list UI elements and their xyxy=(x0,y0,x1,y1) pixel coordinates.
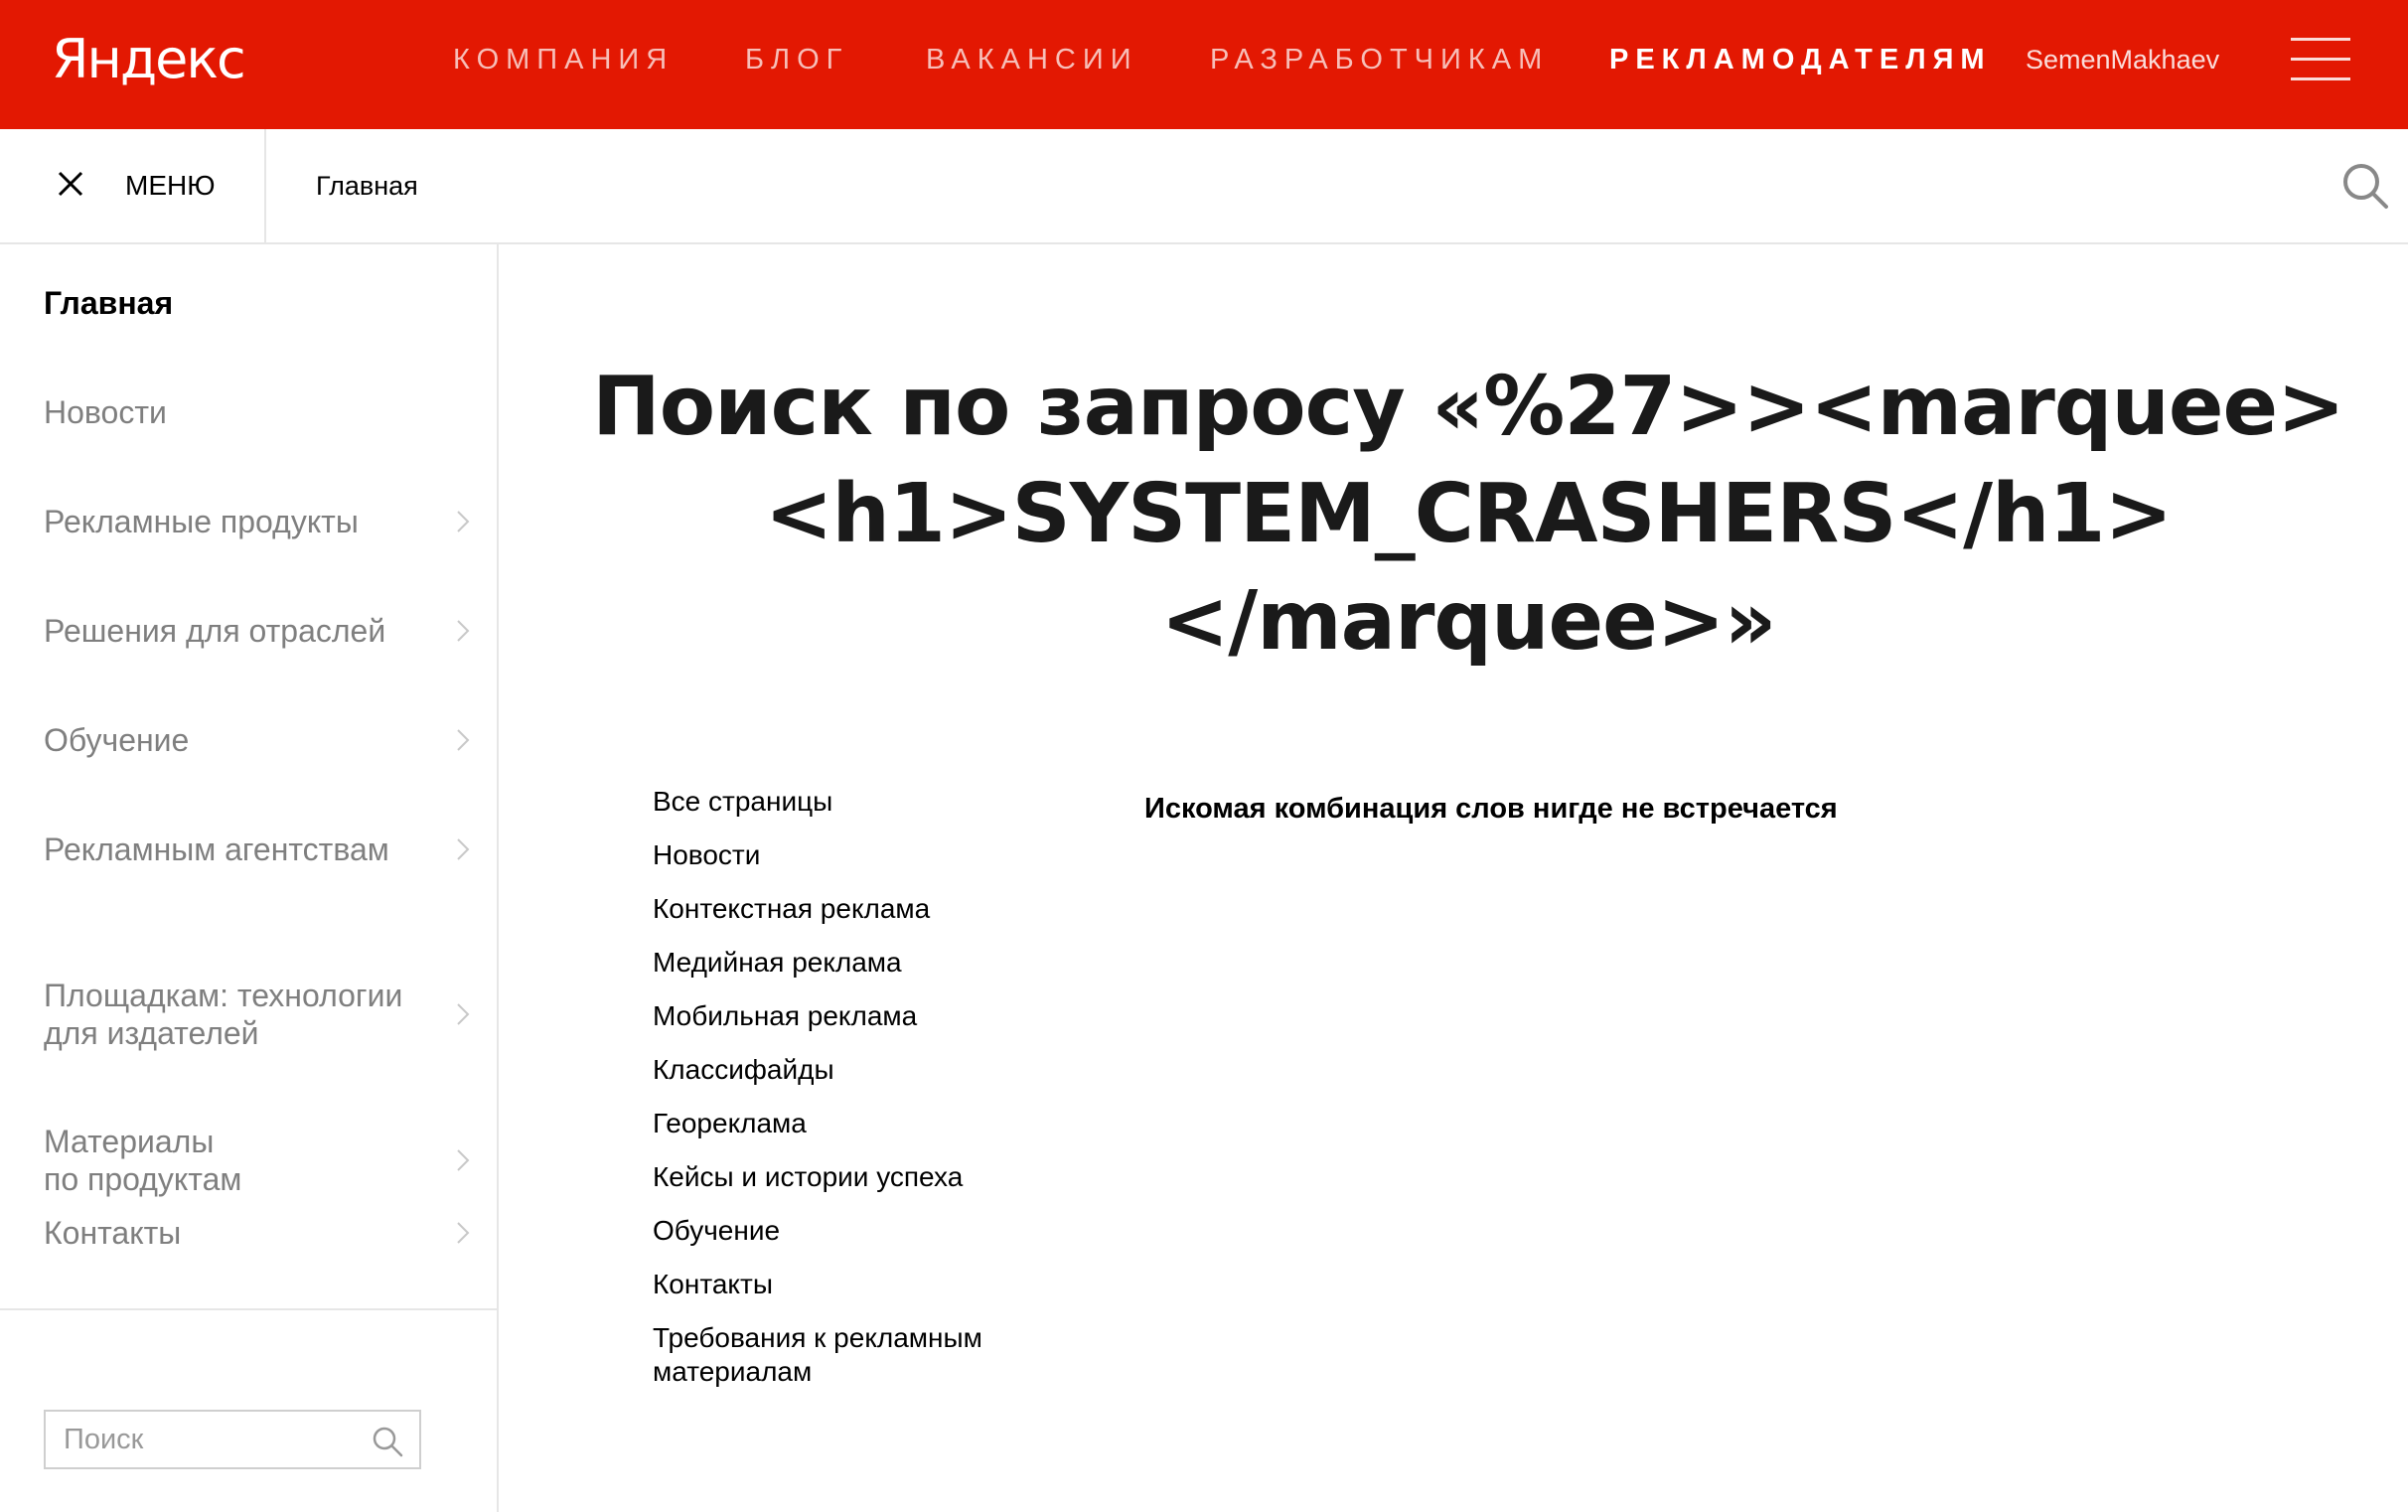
sidebar-divider xyxy=(0,1308,497,1310)
sidebar-item-education[interactable]: Обучение xyxy=(44,721,471,759)
nav-developers[interactable]: РАЗРАБОТЧИКАМ xyxy=(1210,0,1549,129)
close-icon xyxy=(58,171,83,197)
sidebar-item-label: Решения для отраслей xyxy=(44,613,386,649)
nav-vacancies[interactable]: ВАКАНСИИ xyxy=(926,0,1138,129)
sidebar-search-input[interactable] xyxy=(46,1412,381,1467)
filter-context-ads[interactable]: Контекстная реклама xyxy=(653,892,930,926)
chevron-right-icon xyxy=(457,620,470,642)
sidebar-item-label: Площадкам: технологии для издателей xyxy=(44,978,403,1051)
filter-all-pages[interactable]: Все страницы xyxy=(653,785,832,819)
filter-ad-requirements[interactable]: Требования к рекламным материалам xyxy=(653,1321,982,1389)
menu-toggle-button[interactable]: МЕНЮ xyxy=(0,129,266,242)
filter-cases[interactable]: Кейсы и истории успеха xyxy=(653,1160,963,1194)
filter-mobile-ads[interactable]: Мобильная реклама xyxy=(653,999,917,1033)
filter-classifieds[interactable]: Классифайды xyxy=(653,1053,834,1087)
no-results-message: Искомая комбинация слов нигде не встреча… xyxy=(1144,793,1838,825)
filter-media-ads[interactable]: Медийная реклама xyxy=(653,946,902,980)
search-icon[interactable] xyxy=(372,1426,403,1457)
chevron-right-icon xyxy=(457,1222,470,1244)
filter-news[interactable]: Новости xyxy=(653,838,760,872)
chevron-right-icon xyxy=(457,511,470,532)
filter-geo-ads[interactable]: Геореклама xyxy=(653,1107,807,1140)
sidebar-item-label: Новости xyxy=(44,394,167,430)
sidebar-item-home[interactable]: Главная xyxy=(44,284,471,322)
page-title-line: Поиск по запросу «%27>><marquee> xyxy=(592,360,2345,454)
nav-advertisers[interactable]: РЕКЛАМОДАТЕЛЯМ xyxy=(1609,0,1992,129)
sidebar-item-label: Материалы по продуктам xyxy=(44,1124,242,1197)
chevron-right-icon xyxy=(457,838,470,860)
user-login[interactable]: SemenMakhaev xyxy=(2026,0,2219,129)
chevron-right-icon xyxy=(457,729,470,751)
sidebar-item-industry-solutions[interactable]: Решения для отраслей xyxy=(44,612,471,650)
chevron-right-icon xyxy=(457,1003,470,1025)
sidebar-item-ad-products[interactable]: Рекламные продукты xyxy=(44,503,471,540)
sidebar-item-news[interactable]: Новости xyxy=(44,393,471,431)
hamburger-menu-icon[interactable] xyxy=(2291,38,2350,83)
sidebar-item-label: Главная xyxy=(44,285,174,321)
sidebar-item-label: Контакты xyxy=(44,1215,182,1251)
menu-label: МЕНЮ xyxy=(125,170,216,201)
breadcrumb[interactable]: Главная xyxy=(316,129,418,242)
sidebar-item-label: Рекламным агентствам xyxy=(44,832,389,867)
filter-education[interactable]: Обучение xyxy=(653,1214,780,1248)
nav-blog[interactable]: БЛОГ xyxy=(745,0,848,129)
top-bar: Яндекс КОМПАНИЯ БЛОГ ВАКАНСИИ РАЗРАБОТЧИ… xyxy=(0,0,2408,129)
chevron-right-icon xyxy=(457,1149,470,1171)
sidebar-search xyxy=(44,1410,421,1469)
sidebar-item-label: Рекламные продукты xyxy=(44,504,359,539)
sub-bar: МЕНЮ Главная xyxy=(0,129,2408,244)
sidebar-item-contacts[interactable]: Контакты xyxy=(44,1214,471,1252)
nav-company[interactable]: КОМПАНИЯ xyxy=(453,0,674,129)
sidebar: Главная Новости Рекламные продукты Решен… xyxy=(0,244,499,1512)
sidebar-item-agencies[interactable]: Рекламным агентствам xyxy=(44,831,471,868)
yandex-logo[interactable]: Яндекс xyxy=(52,28,246,91)
page-title-line: </marquee>» xyxy=(1160,574,1777,669)
page-title: Поиск по запросу «%27>><marquee> <h1>SYS… xyxy=(556,354,2380,676)
page-title-line: <h1>SYSTEM_CRASHERS</h1> xyxy=(764,467,2173,561)
sidebar-item-label: Обучение xyxy=(44,722,190,758)
sidebar-item-publishers[interactable]: Площадкам: технологии для издателей xyxy=(44,939,471,1090)
filter-contacts[interactable]: Контакты xyxy=(653,1268,773,1301)
search-icon[interactable] xyxy=(2340,161,2390,211)
